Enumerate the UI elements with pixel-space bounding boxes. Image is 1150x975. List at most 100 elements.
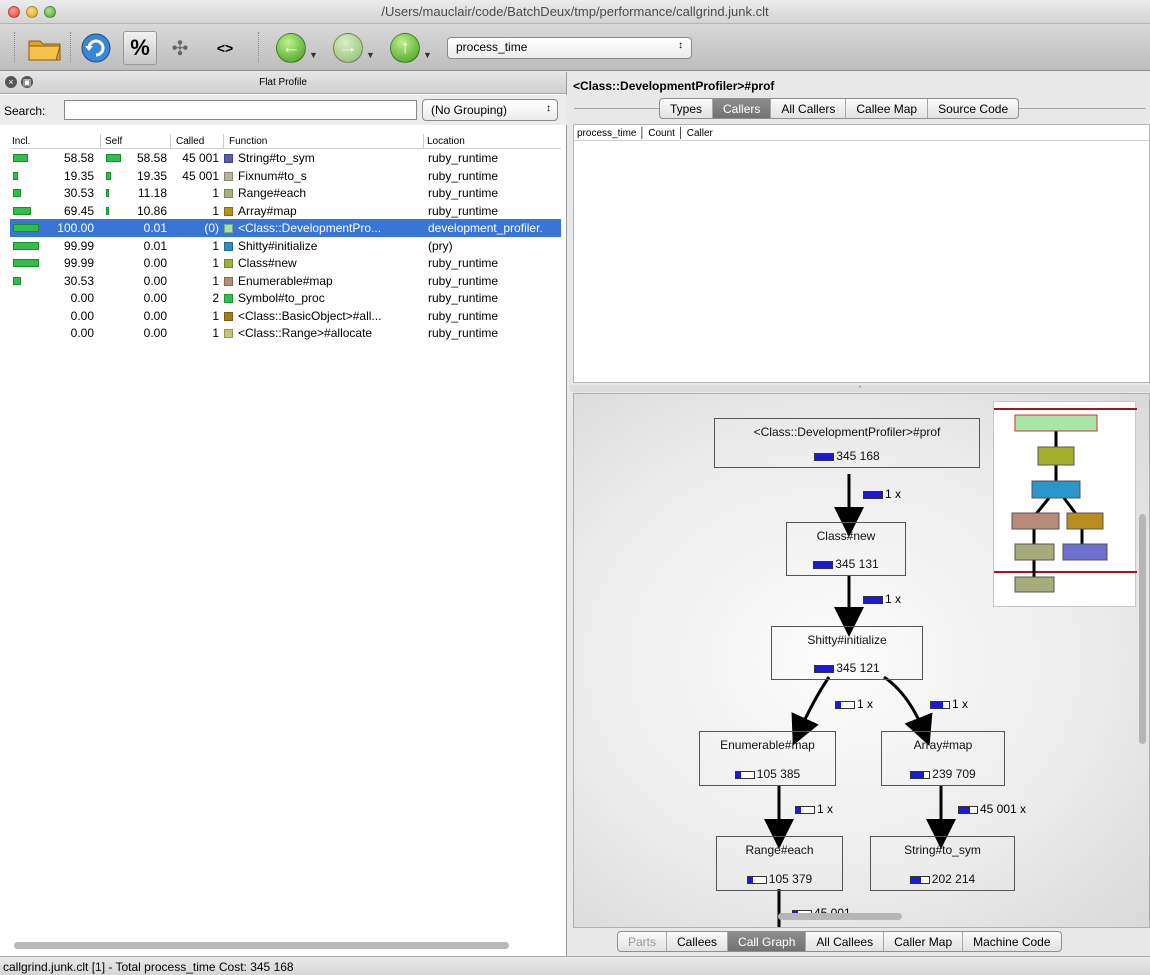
graph-node-range-each[interactable]: Range#each 105 379 (716, 836, 843, 891)
self-cost: 0.00 (143, 308, 167, 323)
search-input[interactable] (64, 100, 417, 120)
edge-call-count: 1 x (885, 592, 902, 606)
cost-bar-icon (814, 664, 835, 673)
self-cost: 19.35 (136, 168, 167, 183)
up-button[interactable]: ↑ ▼ (389, 31, 433, 65)
back-dropdown-icon[interactable]: ▼ (309, 50, 318, 60)
graph-node-class-new[interactable]: Class#new 345 131 (786, 522, 906, 576)
call-count: 1 (212, 256, 219, 270)
forward-button[interactable]: → ▼ (332, 31, 376, 65)
inclusive-cost-bar (13, 189, 21, 197)
column-header-called[interactable]: Called (176, 136, 204, 147)
edge-label: 1 x (795, 802, 833, 816)
up-dropdown-icon[interactable]: ▼ (423, 50, 432, 60)
forward-dropdown-icon[interactable]: ▼ (366, 50, 375, 60)
cycle-detection-button[interactable]: <> (210, 31, 240, 65)
self-cost-bar (106, 189, 109, 197)
graph-overview-minimap[interactable] (993, 401, 1137, 607)
table-row[interactable]: 0.00 0.00 1 <Class::BasicObject>#all... ruby… (10, 307, 561, 325)
node-cost: 345 121 (836, 661, 880, 675)
back-button[interactable]: ← ▼ (275, 31, 319, 65)
table-row[interactable]: 58.58 58.58 45 001 String#to_sym ruby_runtim… (10, 149, 561, 167)
function-color-swatch (224, 224, 233, 233)
tab-call-graph[interactable]: Call Graph (728, 932, 807, 951)
tab-callees[interactable]: Callees (667, 932, 729, 951)
flat-profile-table: Incl. Self Called Function Location 58.5… (10, 134, 561, 342)
status-bar: callgrind.junk.clt [1] - Total process_t… (0, 956, 1150, 975)
table-row[interactable]: 19.35 19.35 45 001 Fixnum#to_s ruby_runtime (10, 167, 561, 185)
table-row[interactable]: 99.99 0.01 1 Shitty#initialize (pry) (10, 237, 561, 255)
location: ruby_runtime (428, 186, 499, 200)
percent-toggle-button[interactable]: % (123, 31, 157, 65)
inclusive-cost: 30.53 (63, 186, 94, 200)
move-button[interactable]: ✣ (165, 31, 195, 65)
open-file-button[interactable] (25, 31, 65, 65)
edge-label: 1 x (930, 697, 968, 711)
table-row[interactable]: 30.53 0.00 1 Enumerable#map ruby_runtime (10, 272, 561, 290)
grouping-select[interactable]: (No Grouping) ↕ (422, 99, 558, 121)
tab-all-callees[interactable]: All Callees (806, 932, 885, 951)
edge-cost-bar-icon (795, 805, 815, 814)
tab-source-code[interactable]: Source Code (928, 99, 1018, 118)
edge-cost-bar-icon (930, 700, 950, 709)
function-name: Enumerable#map (238, 273, 333, 288)
edge-label: 1 x (863, 592, 901, 606)
self-cost: 0.00 (143, 273, 167, 288)
edge-cost-bar-icon (958, 805, 978, 814)
call-graph-view[interactable]: <Class::DevelopmentProfiler>#prof 345 16… (573, 393, 1150, 928)
function-color-swatch (224, 171, 233, 181)
horizontal-scrollbar[interactable] (778, 913, 902, 920)
tab-machine-code[interactable]: Machine Code (963, 932, 1060, 951)
panel-title: Flat Profile (259, 77, 307, 88)
panel-splitter[interactable]: ⌃ (570, 385, 1150, 393)
function-name: Class#new (238, 256, 297, 270)
search-row: Search: (No Grouping) ↕ (0, 95, 567, 125)
bottom-tab-bar: Parts Callees Call Graph All Callees Cal… (617, 931, 1062, 952)
inclusive-cost-bar (13, 171, 18, 180)
column-header-self[interactable]: Self (105, 136, 122, 147)
callers-table-header[interactable]: process_time │ Count │ Caller (574, 125, 1149, 141)
tab-callee-map[interactable]: Callee Map (846, 99, 929, 118)
column-separator (223, 134, 224, 149)
tab-types[interactable]: Types (660, 99, 714, 118)
tab-all-callers[interactable]: All Callers (771, 99, 847, 118)
function-name: Fixnum#to_s (238, 168, 307, 183)
function-color-swatch (224, 276, 233, 286)
vertical-scrollbar[interactable] (1139, 514, 1146, 744)
graph-node-string-to-sym[interactable]: String#to_sym 202 214 (870, 836, 1015, 891)
table-body: 58.58 58.58 45 001 String#to_sym ruby_runtim… (10, 149, 561, 342)
tab-callers[interactable]: Callers (713, 99, 772, 118)
table-row[interactable]: 100.00 0.01 (0) <Class::DevelopmentPro... de… (10, 219, 561, 237)
table-row[interactable]: 0.00 0.00 1 <Class::Range>#allocate ruby_run… (10, 324, 561, 342)
toolbar-separator (70, 32, 71, 62)
event-type-select[interactable]: process_time ↕ (447, 37, 692, 59)
reload-button[interactable] (78, 31, 114, 65)
callers-table: process_time │ Count │ Caller (573, 124, 1150, 383)
inclusive-cost: 30.53 (63, 273, 94, 288)
table-row[interactable]: 69.45 10.86 1 Array#map ruby_runtime (10, 202, 561, 220)
graph-node-enumerable-map[interactable]: Enumerable#map 105 385 (699, 731, 836, 786)
column-header-incl[interactable]: Incl. (12, 136, 30, 147)
table-row[interactable]: 0.00 0.00 2 Symbol#to_proc ruby_runtime (10, 289, 561, 307)
inclusive-cost: 19.35 (63, 168, 94, 183)
tab-caller-map[interactable]: Caller Map (884, 932, 964, 951)
event-type-value: process_time (456, 40, 528, 54)
function-name: <Class::DevelopmentPro... (238, 221, 382, 235)
status-text: callgrind.junk.clt [1] - Total process_t… (3, 960, 294, 974)
table-row[interactable]: 30.53 11.18 1 Range#each ruby_runtime (10, 184, 561, 202)
tab-parts[interactable]: Parts (618, 932, 668, 951)
horizontal-scrollbar[interactable] (14, 942, 509, 949)
column-header-location[interactable]: Location (427, 136, 465, 147)
column-header-function[interactable]: Function (229, 136, 267, 147)
move-icon: ✣ (171, 37, 189, 60)
edge-label: 1 x (835, 697, 873, 711)
self-cost: 0.01 (143, 238, 167, 253)
table-row[interactable]: 99.99 0.00 1 Class#new ruby_runtime (10, 254, 561, 272)
node-label: Shitty#initialize (807, 633, 887, 647)
graph-node-shitty-initialize[interactable]: Shitty#initialize 345 121 (771, 626, 923, 680)
select-arrows-icon: ↕ (678, 40, 683, 51)
graph-node-prof[interactable]: <Class::DevelopmentProfiler>#prof 345 16… (714, 418, 980, 468)
inclusive-cost: 0.00 (70, 326, 94, 340)
graph-node-array-map[interactable]: Array#map 239 709 (881, 731, 1005, 786)
location: ruby_runtime (428, 151, 499, 165)
